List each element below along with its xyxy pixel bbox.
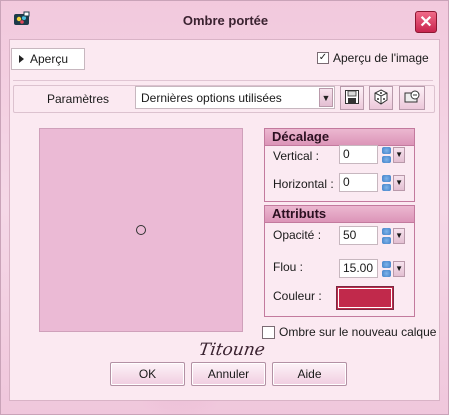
attributes-header: Attributs — [265, 206, 414, 223]
reset-icon — [403, 89, 421, 108]
spin-arrows-icon[interactable] — [380, 173, 392, 192]
horizontal-label: Horizontal : — [273, 177, 334, 191]
reset-button[interactable] — [399, 86, 425, 110]
blur-field[interactable]: 15.00 — [339, 259, 379, 278]
offset-group: Décalage Vertical : 0 ▼ Horizontal : 0 ▼ — [264, 128, 415, 202]
crosshair-circle-icon[interactable] — [136, 225, 146, 235]
help-button[interactable]: Aide — [272, 362, 347, 386]
close-icon: ✕ — [419, 14, 433, 31]
drop-shadow-dialog: Ombre portée ✕ Aperçu ✓ Aperçu de l'imag… — [0, 0, 449, 415]
cancel-button[interactable]: Annuler — [191, 362, 266, 386]
vertical-field[interactable]: 0 — [339, 145, 379, 164]
color-label: Couleur : — [273, 289, 322, 303]
chevron-down-icon[interactable]: ▼ — [393, 146, 406, 163]
horizontal-stepper[interactable]: 0 ▼ — [339, 173, 406, 192]
image-preview-option[interactable]: ✓ Aperçu de l'image — [317, 51, 429, 65]
chevron-down-icon[interactable]: ▼ — [393, 260, 406, 277]
opacity-field[interactable]: 50 — [339, 226, 379, 245]
chevron-down-icon[interactable]: ▼ — [319, 88, 333, 107]
new-layer-option[interactable]: Ombre sur le nouveau calque — [262, 325, 436, 339]
horizontal-field[interactable]: 0 — [339, 173, 379, 192]
opacity-label: Opacité : — [273, 228, 322, 242]
preset-dropdown[interactable]: Dernières options utilisées ▼ — [135, 86, 335, 109]
preset-value: Dernières options utilisées — [141, 90, 282, 105]
preview-toggle-button[interactable]: Aperçu — [11, 48, 85, 70]
chevron-down-icon[interactable]: ▼ — [393, 227, 406, 244]
opacity-stepper[interactable]: 50 ▼ — [339, 226, 406, 245]
signature: Titoune — [197, 340, 267, 360]
dice-icon — [373, 88, 389, 108]
save-preset-button[interactable] — [340, 86, 364, 110]
presets-label: Paramètres — [47, 92, 110, 106]
randomize-button[interactable] — [369, 86, 393, 110]
triangle-right-icon — [19, 55, 24, 63]
ok-button[interactable]: OK — [110, 362, 185, 386]
spin-arrows-icon[interactable] — [380, 259, 392, 278]
image-preview-label: Aperçu de l'image — [333, 51, 429, 65]
save-icon — [344, 89, 360, 108]
divider — [13, 80, 433, 81]
offset-header: Décalage — [265, 129, 414, 146]
close-button[interactable]: ✕ — [415, 11, 437, 33]
blur-label: Flou : — [273, 260, 304, 274]
vertical-label: Vertical : — [273, 149, 320, 163]
attributes-group: Attributs Opacité : 50 ▼ Flou : 15.00 ▼ … — [264, 205, 415, 317]
new-layer-label: Ombre sur le nouveau calque — [279, 325, 437, 339]
spin-arrows-icon[interactable] — [380, 145, 392, 164]
preview-toggle-label: Aperçu — [30, 52, 69, 66]
chevron-down-icon[interactable]: ▼ — [393, 174, 406, 191]
image-preview-checkbox[interactable]: ✓ — [317, 52, 329, 64]
spin-arrows-icon[interactable] — [380, 226, 392, 245]
color-swatch[interactable] — [336, 286, 394, 310]
new-layer-checkbox[interactable] — [262, 325, 275, 339]
blur-stepper[interactable]: 15.00 ▼ — [339, 259, 406, 278]
preview-canvas[interactable] — [39, 128, 243, 332]
title-bar[interactable]: Ombre portée ✕ — [1, 1, 449, 39]
vertical-stepper[interactable]: 0 ▼ — [339, 145, 406, 164]
window-title: Ombre portée — [182, 13, 269, 28]
